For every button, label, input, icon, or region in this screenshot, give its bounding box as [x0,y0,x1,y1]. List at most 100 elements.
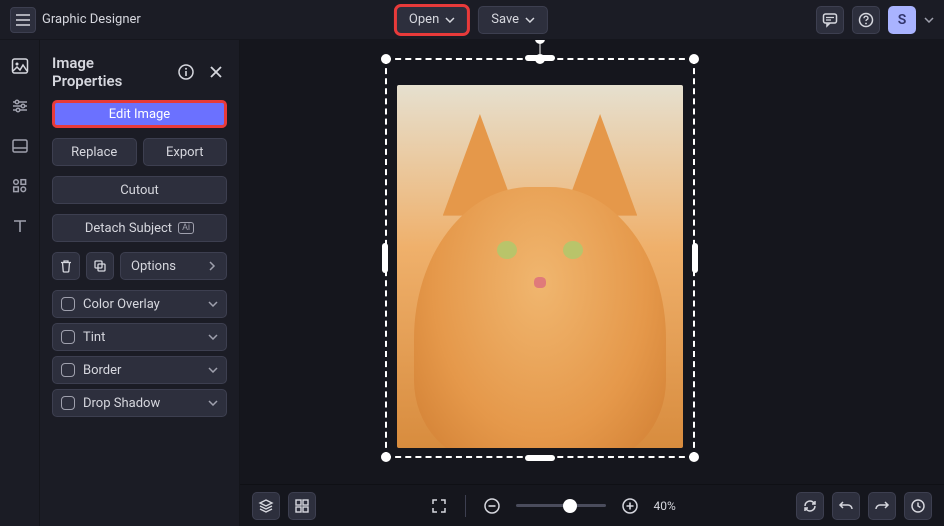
work-area: Image Properties Edit Image Replace Expo… [0,40,944,526]
rotate-handle[interactable] [535,40,545,44]
resize-handle-tr[interactable] [689,54,699,64]
fit-screen-button[interactable] [425,492,453,520]
shapes-icon [11,177,29,195]
chevron-down-icon [208,367,218,373]
comments-button[interactable] [816,6,844,34]
chevron-down-icon [525,17,535,23]
zoom-out-button[interactable] [478,492,506,520]
grid-button[interactable] [288,492,316,520]
chevron-down-icon [445,17,455,23]
minus-circle-icon [483,497,501,515]
resize-handle-br[interactable] [689,452,699,462]
zoom-level[interactable]: 40% [654,499,688,513]
prop-color-overlay[interactable]: Color Overlay [52,290,227,318]
panel-close-button[interactable] [205,61,227,83]
undo-icon [838,498,854,514]
save-button[interactable]: Save [478,6,548,34]
chevron-down-icon [208,301,218,307]
sync-icon [802,498,818,514]
rail-image-tool[interactable] [8,54,32,78]
layers-icon [258,498,274,514]
replace-label: Replace [71,145,117,160]
rail-components-tool[interactable] [8,174,32,198]
canvas[interactable] [240,40,944,484]
edit-image-button[interactable]: Edit Image [52,100,227,128]
detach-subject-button[interactable]: Detach Subject Ai [52,214,227,242]
canvas-area: 40% [240,40,944,526]
prop-label: Tint [83,330,105,345]
sliders-icon [11,97,29,115]
detach-subject-label: Detach Subject [85,221,172,236]
chevron-down-icon[interactable] [924,17,934,23]
close-icon [209,65,223,79]
prop-drop-shadow[interactable]: Drop Shadow [52,389,227,417]
tool-rail [0,40,40,526]
open-button[interactable]: Open [396,6,468,34]
panel-header: Image Properties [52,54,227,90]
info-icon [177,63,195,81]
prop-label: Color Overlay [83,297,160,312]
prop-border[interactable]: Border [52,356,227,384]
prop-label: Border [83,363,121,378]
prop-tint[interactable]: Tint [52,323,227,351]
help-icon [858,12,874,28]
resize-handle-l[interactable] [382,243,388,273]
checkbox-icon[interactable] [61,396,75,410]
layers-button[interactable] [252,492,280,520]
checkbox-icon[interactable] [61,297,75,311]
text-icon [11,217,29,235]
expand-icon [431,498,447,514]
resize-handle-b[interactable] [525,455,555,461]
delete-button[interactable] [52,252,80,280]
resize-handle-r[interactable] [692,243,698,273]
selection-box[interactable] [385,58,695,458]
rail-text-tool[interactable] [8,214,32,238]
plus-circle-icon [621,497,639,515]
selected-image[interactable] [397,85,683,448]
zoom-slider[interactable] [516,504,606,507]
chevron-down-icon [208,334,218,340]
options-button[interactable]: Options [120,252,227,280]
hamburger-icon [16,14,30,26]
chevron-right-icon [208,261,216,271]
trash-icon [59,259,73,273]
edit-image-label: Edit Image [109,107,170,122]
panel-info-button[interactable] [175,61,197,83]
grid-icon [294,498,310,514]
panel-title: Image Properties [52,54,167,90]
resize-handle-t[interactable] [525,55,555,61]
cutout-button[interactable]: Cutout [52,176,227,204]
property-list: Color Overlay Tint Border Drop Shadow [52,290,227,417]
zoom-in-button[interactable] [616,492,644,520]
chevron-down-icon [208,400,218,406]
sync-button[interactable] [796,492,824,520]
history-button[interactable] [904,492,932,520]
redo-button[interactable] [868,492,896,520]
resize-handle-tl[interactable] [381,54,391,64]
checkbox-icon[interactable] [61,330,75,344]
avatar-initial: S [898,12,907,28]
help-button[interactable] [852,6,880,34]
duplicate-button[interactable] [86,252,114,280]
zoom-slider-thumb[interactable] [563,499,577,513]
app-title: Graphic Designer [42,12,141,27]
rail-presets-tool[interactable] [8,134,32,158]
user-avatar[interactable]: S [888,6,916,34]
open-button-label: Open [409,12,439,27]
options-label: Options [131,259,176,274]
top-bar: Graphic Designer Open Save S [0,0,944,40]
prop-label: Drop Shadow [83,396,160,411]
main-menu-button[interactable] [10,7,36,33]
undo-button[interactable] [832,492,860,520]
chat-icon [822,12,838,28]
bottom-bar: 40% [240,484,944,526]
image-icon [11,57,29,75]
rail-adjust-tool[interactable] [8,94,32,118]
export-label: Export [166,145,204,160]
resize-handle-bl[interactable] [381,452,391,462]
checkbox-icon[interactable] [61,363,75,377]
redo-icon [874,498,890,514]
replace-button[interactable]: Replace [52,138,137,166]
ai-badge: Ai [178,222,194,234]
export-button[interactable]: Export [143,138,228,166]
